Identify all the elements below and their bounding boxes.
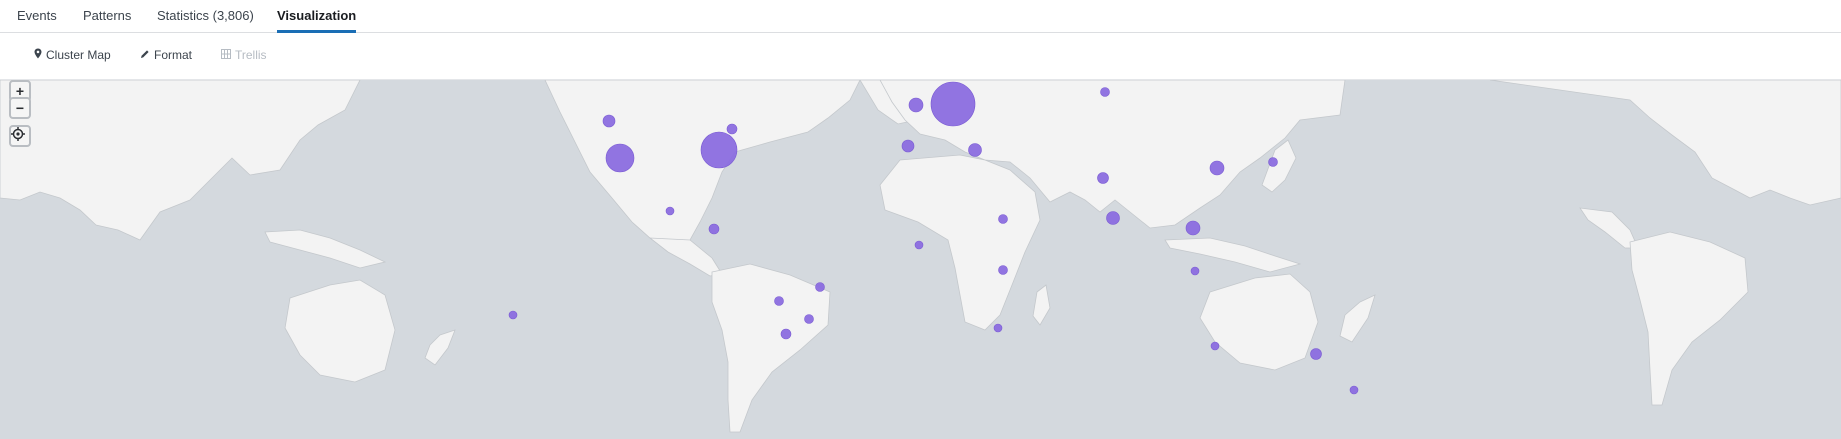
cluster-marker[interactable] (998, 214, 1008, 224)
cluster-marker[interactable] (998, 265, 1008, 275)
land-indonesia-left (264, 229, 387, 269)
land-central-america (648, 237, 723, 277)
tab-statistics[interactable]: Statistics (3,806) (157, 0, 254, 33)
land-africa (879, 154, 1041, 331)
land-australia (1199, 273, 1319, 371)
cluster-marker[interactable] (1310, 348, 1322, 360)
cluster-map-button[interactable]: Cluster Map (34, 48, 111, 62)
cluster-marker[interactable] (1190, 266, 1200, 276)
land-central-america-right (1579, 207, 1639, 249)
cluster-marker[interactable] (914, 240, 924, 250)
grid-icon (221, 48, 231, 62)
cluster-marker[interactable] (804, 314, 814, 324)
cluster-marker[interactable] (780, 328, 792, 340)
land-asia-left (0, 80, 361, 241)
cluster-marker[interactable] (815, 282, 825, 292)
land-new-zealand (1339, 294, 1376, 343)
world-map (0, 80, 1841, 433)
land-madagascar (1032, 284, 1051, 326)
land-indonesia (1164, 237, 1302, 273)
cluster-marker[interactable] (708, 223, 720, 235)
cluster-marker[interactable] (665, 206, 675, 216)
tab-events[interactable]: Events (17, 0, 57, 33)
tab-bar: Events Patterns Statistics (3,806) Visua… (0, 0, 1841, 33)
trellis-button[interactable]: Trellis (221, 48, 267, 62)
zoom-out-button[interactable]: − (9, 97, 31, 119)
cluster-marker[interactable] (968, 143, 982, 157)
cluster-marker[interactable] (1100, 87, 1110, 97)
cluster-marker[interactable] (1268, 157, 1278, 167)
tab-visualization[interactable]: Visualization (277, 0, 357, 33)
format-button[interactable]: Format (140, 48, 192, 62)
cluster-marker[interactable] (602, 114, 616, 128)
cluster-marker[interactable] (774, 296, 784, 306)
land-north-america-right (1489, 80, 1841, 206)
cluster-marker[interactable] (930, 81, 976, 127)
cluster-marker[interactable] (901, 139, 915, 153)
cluster-marker[interactable] (993, 323, 1003, 333)
land-south-america (711, 263, 831, 433)
tab-patterns[interactable]: Patterns (83, 0, 131, 33)
cluster-map-label: Cluster Map (46, 48, 111, 62)
land-nz-left (424, 329, 456, 366)
land-south-america-right (1629, 231, 1749, 406)
trellis-label: Trellis (235, 48, 267, 62)
visualization-toolbar: Cluster Map Format Trellis (0, 33, 1841, 80)
cluster-marker[interactable] (1106, 211, 1120, 225)
cluster-marker[interactable] (508, 310, 518, 320)
reset-view-button[interactable] (9, 125, 31, 147)
map-pin-icon (34, 48, 42, 62)
cluster-map[interactable]: + − (0, 80, 1841, 439)
cluster-marker[interactable] (1349, 385, 1359, 395)
pencil-icon (140, 48, 150, 62)
cluster-marker[interactable] (700, 131, 738, 169)
minus-icon: − (15, 100, 25, 116)
cluster-marker[interactable] (1209, 160, 1225, 176)
land-australia-left (284, 279, 396, 383)
cluster-marker[interactable] (1185, 220, 1201, 236)
format-label: Format (154, 48, 193, 62)
land-north-america (544, 80, 861, 251)
cluster-marker[interactable] (908, 97, 924, 113)
cluster-marker[interactable] (726, 123, 738, 135)
cluster-marker[interactable] (605, 143, 635, 173)
cluster-marker[interactable] (1097, 172, 1109, 184)
cluster-marker[interactable] (1210, 341, 1220, 351)
